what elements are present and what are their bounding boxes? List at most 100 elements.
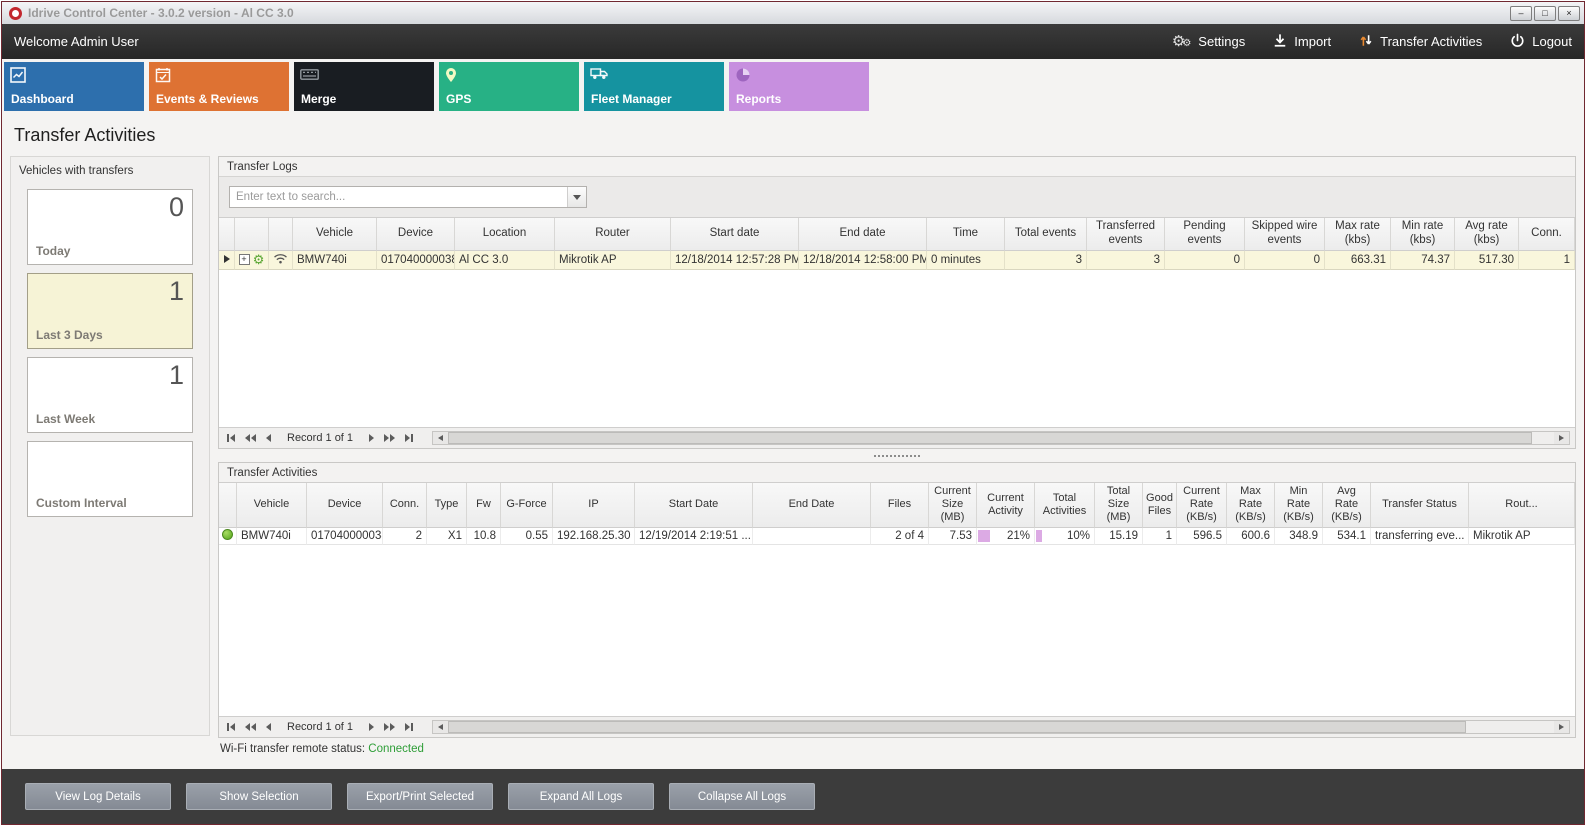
column-header-transfer-status[interactable]: Transfer Status bbox=[1371, 483, 1469, 528]
column-header-avg-rate[interactable]: Avg Rate (KB/s) bbox=[1323, 483, 1371, 528]
expand-row-button[interactable]: + bbox=[239, 254, 250, 265]
column-header-conn[interactable]: Conn. bbox=[1519, 218, 1575, 251]
tab-gps[interactable]: GPS bbox=[439, 62, 579, 111]
column-header-ip[interactable]: IP bbox=[553, 483, 635, 528]
column-header-start-date[interactable]: Start Date bbox=[635, 483, 753, 528]
card-label: Last Week bbox=[36, 412, 184, 426]
search-input[interactable] bbox=[230, 187, 567, 207]
column-header-time[interactable]: Time bbox=[927, 218, 1005, 251]
column-header-router[interactable]: Router bbox=[555, 218, 671, 251]
import-button[interactable]: Import bbox=[1273, 33, 1331, 51]
column-header-total-size[interactable]: Total Size (MB) bbox=[1095, 483, 1143, 528]
column-header-current-size[interactable]: Current Size (MB) bbox=[929, 483, 977, 528]
tab-fleet-manager[interactable]: Fleet Manager bbox=[584, 62, 724, 111]
column-header-files[interactable]: Files bbox=[871, 483, 929, 528]
transfer-logs-title: Transfer Logs bbox=[219, 157, 1575, 176]
column-header-min-rate[interactable]: Min rate (kbs) bbox=[1391, 218, 1455, 251]
column-header-pending-events[interactable]: Pending events bbox=[1165, 218, 1245, 251]
show-selection-button[interactable]: Show Selection bbox=[186, 783, 332, 810]
tab-reports[interactable]: Reports bbox=[729, 62, 869, 111]
column-header-end-date[interactable]: End Date bbox=[753, 483, 871, 528]
activities-grid: Vehicle Device Conn. Type Fw G-Force IP … bbox=[219, 482, 1575, 716]
prev-page-button[interactable] bbox=[242, 432, 259, 444]
first-record-button[interactable] bbox=[224, 432, 238, 444]
last-record-button[interactable] bbox=[402, 432, 416, 444]
scroll-left-button[interactable] bbox=[433, 432, 448, 444]
scrollbar-thumb[interactable] bbox=[448, 721, 1465, 733]
column-header-conn[interactable]: Conn. bbox=[383, 483, 427, 528]
horizontal-scrollbar[interactable] bbox=[432, 431, 1570, 445]
column-header-max-rate[interactable]: Max rate (kbs) bbox=[1325, 218, 1391, 251]
close-button[interactable]: × bbox=[1558, 6, 1580, 21]
sidebar-title: Vehicles with transfers bbox=[19, 165, 193, 177]
horizontal-scrollbar[interactable] bbox=[432, 720, 1570, 734]
column-header-total-events[interactable]: Total events bbox=[1005, 218, 1087, 251]
prev-record-button[interactable] bbox=[263, 432, 274, 444]
status-online-icon bbox=[222, 529, 233, 540]
log-cell-skipped-wire-events: 0 bbox=[1245, 251, 1325, 270]
filter-card-last-week[interactable]: 1 Last Week bbox=[27, 357, 193, 433]
column-header-good-files[interactable]: Good Files bbox=[1143, 483, 1177, 528]
column-header-device[interactable]: Device bbox=[377, 218, 455, 251]
tab-merge[interactable]: Merge bbox=[294, 62, 434, 111]
transfer-activities-button[interactable]: Transfer Activities bbox=[1359, 33, 1482, 51]
wifi-icon bbox=[273, 255, 288, 267]
minimize-button[interactable]: – bbox=[1510, 6, 1532, 21]
transfer-log-row[interactable]: + ⚙ BMW740i 017040000038 Al CC 3.0 Mikro… bbox=[219, 251, 1575, 270]
scrollbar-track[interactable] bbox=[448, 721, 1554, 733]
column-header-router[interactable]: Rout... bbox=[1469, 483, 1575, 528]
first-record-button[interactable] bbox=[224, 721, 238, 733]
dropdown-button[interactable] bbox=[567, 187, 586, 207]
next-page-button[interactable] bbox=[381, 432, 398, 444]
tab-events-reviews[interactable]: Events & Reviews bbox=[149, 62, 289, 111]
export-print-selected-button[interactable]: Export/Print Selected bbox=[347, 783, 493, 810]
column-header-min-rate[interactable]: Min Rate (KB/s) bbox=[1275, 483, 1323, 528]
column-header-type[interactable]: Type bbox=[427, 483, 467, 528]
last-record-button[interactable] bbox=[402, 721, 416, 733]
column-header-total-activities[interactable]: Total Activities bbox=[1035, 483, 1095, 528]
log-cell-router: Mikrotik AP bbox=[555, 251, 671, 270]
scrollbar-thumb[interactable] bbox=[448, 432, 1532, 444]
settings-button[interactable]: ⚙⚙ Settings bbox=[1172, 34, 1245, 49]
column-header-current-rate[interactable]: Current Rate (KB/s) bbox=[1177, 483, 1227, 528]
column-header-current-activity[interactable]: Current Activity bbox=[977, 483, 1035, 528]
filter-card-last-3-days[interactable]: 1 Last 3 Days bbox=[27, 273, 193, 349]
scrollbar-track[interactable] bbox=[448, 432, 1554, 444]
filter-card-custom-interval[interactable]: Custom Interval bbox=[27, 441, 193, 517]
log-cell-time: 0 minutes bbox=[927, 251, 1005, 270]
column-header-location[interactable]: Location bbox=[455, 218, 555, 251]
activity-cell-max-rate: 600.6 bbox=[1227, 528, 1275, 545]
column-header-transferred-events[interactable]: Transferred events bbox=[1087, 218, 1165, 251]
maximize-button[interactable]: □ bbox=[1534, 6, 1556, 21]
activity-cell-start-date: 12/19/2014 2:19:51 ... bbox=[635, 528, 753, 545]
logs-pager: Record 1 of 1 bbox=[219, 427, 1575, 448]
column-header-g-force[interactable]: G-Force bbox=[501, 483, 553, 528]
filter-card-today[interactable]: 0 Today bbox=[27, 189, 193, 265]
column-header-vehicle[interactable]: Vehicle bbox=[237, 483, 307, 528]
collapse-all-logs-button[interactable]: Collapse All Logs bbox=[669, 783, 815, 810]
logout-button[interactable]: Logout bbox=[1510, 33, 1572, 51]
prev-page-button[interactable] bbox=[242, 721, 259, 733]
transfer-activity-row[interactable]: BMW740i 017040000038 2 X1 10.8 0.55 192.… bbox=[219, 528, 1575, 545]
next-record-button[interactable] bbox=[366, 432, 377, 444]
column-header-start-date[interactable]: Start date bbox=[671, 218, 799, 251]
tab-dashboard[interactable]: Dashboard bbox=[4, 62, 144, 111]
panel-splitter[interactable] bbox=[218, 449, 1576, 462]
prev-record-button[interactable] bbox=[263, 721, 274, 733]
column-header-fw[interactable]: Fw bbox=[467, 483, 501, 528]
column-header-end-date[interactable]: End date bbox=[799, 218, 927, 251]
scroll-right-button[interactable] bbox=[1554, 721, 1569, 733]
column-header-device[interactable]: Device bbox=[307, 483, 383, 528]
view-log-details-button[interactable]: View Log Details bbox=[25, 783, 171, 810]
expand-all-logs-button[interactable]: Expand All Logs bbox=[508, 783, 654, 810]
next-page-button[interactable] bbox=[381, 721, 398, 733]
scroll-left-button[interactable] bbox=[433, 721, 448, 733]
column-header-vehicle[interactable]: Vehicle bbox=[293, 218, 377, 251]
scroll-right-button[interactable] bbox=[1554, 432, 1569, 444]
column-header-avg-rate[interactable]: Avg rate (kbs) bbox=[1455, 218, 1519, 251]
column-header-skipped-wire-events[interactable]: Skipped wire events bbox=[1245, 218, 1325, 251]
column-header-max-rate[interactable]: Max Rate (KB/s) bbox=[1227, 483, 1275, 528]
logs-toolbar bbox=[219, 176, 1575, 217]
activity-cell-device: 017040000038 bbox=[307, 528, 383, 545]
next-record-button[interactable] bbox=[366, 721, 377, 733]
